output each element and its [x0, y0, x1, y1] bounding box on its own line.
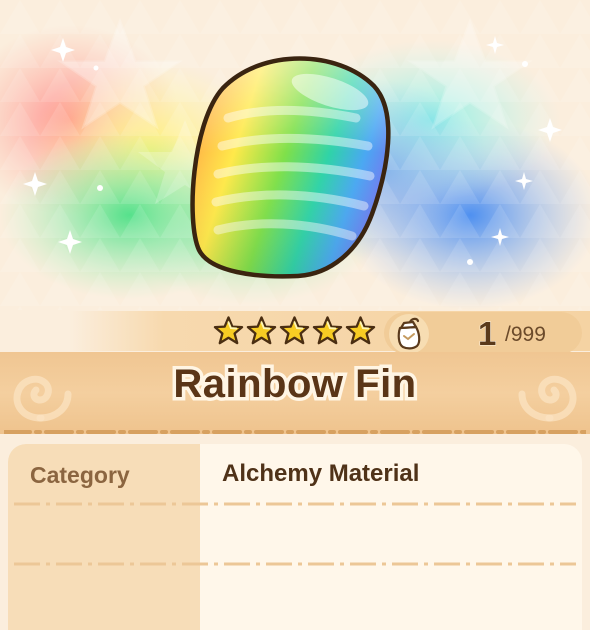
- item-title-band: Rainbow Fin: [0, 352, 590, 434]
- owned-count: 1: [477, 315, 497, 353]
- max-count: /999: [505, 323, 546, 346]
- rarity-stars: [213, 314, 376, 350]
- row-divider: [14, 502, 576, 506]
- item-artwork: [0, 0, 590, 310]
- rarity-star-icon: [312, 316, 343, 345]
- rarity-star-icon: [246, 316, 277, 345]
- category-value: Alchemy Material: [222, 460, 420, 487]
- rarity-star-icon: [213, 316, 244, 345]
- item-stat-bar: 1 /999: [0, 308, 590, 358]
- row-divider: [14, 562, 576, 566]
- item-details-panel: Category Alchemy Material: [8, 444, 582, 630]
- rarity-star-icon: [279, 316, 310, 345]
- item-bag-icon: [389, 314, 429, 354]
- category-label: Category: [30, 462, 130, 488]
- rarity-star-icon: [345, 316, 376, 345]
- item-name: Rainbow Fin: [170, 359, 420, 410]
- title-divider: [4, 430, 586, 434]
